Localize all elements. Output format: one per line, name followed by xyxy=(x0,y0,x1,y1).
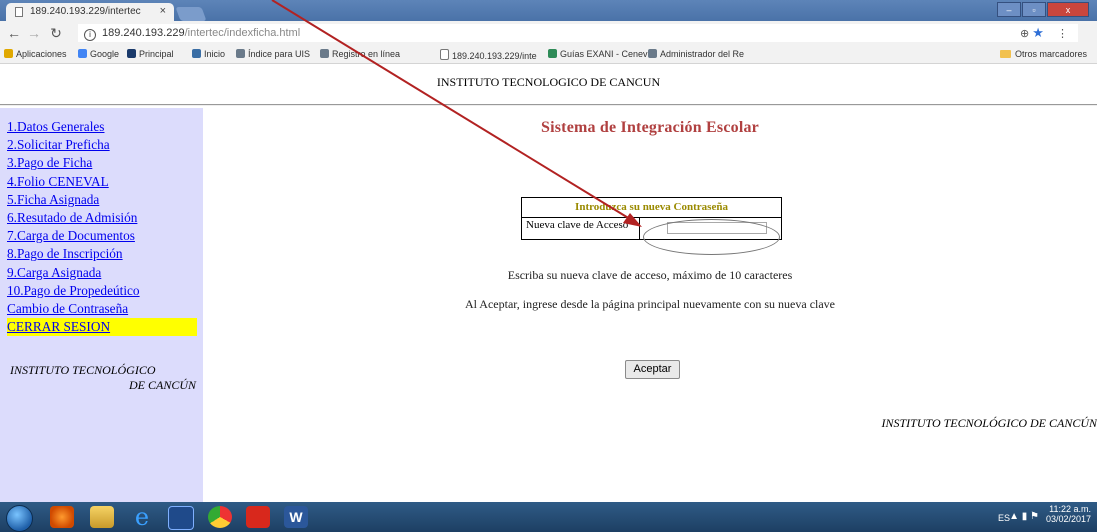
menu-pago-inscripcion[interactable]: 8.Pago de Inscripción xyxy=(7,245,197,263)
menu-pago-propedeutico[interactable]: 10.Pago de Propedeútico xyxy=(7,282,197,300)
sidebar-institute-line2: DE CANCÚN xyxy=(128,378,196,392)
url-path: /intertec/indexficha.html xyxy=(184,27,301,39)
address-bar[interactable]: i 189.240.193.229/intertec/indexficha.htm… xyxy=(78,24,1078,42)
new-password-input[interactable] xyxy=(667,222,767,234)
sidebar-institute-line1: INSTITUTO TECNOLÓGICO xyxy=(10,363,156,377)
page-icon xyxy=(440,49,449,60)
page-icon xyxy=(15,7,23,17)
back-icon[interactable]: ← xyxy=(6,25,22,41)
pdf-icon[interactable] xyxy=(246,506,270,528)
bookmark-admin[interactable]: Administrador del Re xyxy=(648,49,744,59)
forward-icon[interactable]: → xyxy=(26,25,42,41)
folder-icon xyxy=(999,50,1011,58)
close-window-button[interactable]: x xyxy=(1047,2,1089,17)
word-icon[interactable]: W xyxy=(284,506,308,528)
footer-institute-name: INSTITUTO TECNOLÓGICO DE CANCÚN xyxy=(881,416,1097,430)
sidebar-menu: 1.Datos Generales 2.Solicitar Preficha 3… xyxy=(7,118,197,337)
apps-icon xyxy=(4,49,13,58)
password-form-table: Introduzca su nueva Contraseña Nueva cla… xyxy=(521,197,782,240)
bookmark-principal[interactable]: Principal xyxy=(127,49,174,59)
sidebar: 1.Datos Generales 2.Solicitar Preficha 3… xyxy=(0,108,203,502)
inicio-icon xyxy=(192,49,201,58)
registro-icon xyxy=(320,49,329,58)
new-password-label: Nueva clave de Acceso xyxy=(522,218,640,240)
menu-datos-generales[interactable]: 1.Datos Generales xyxy=(7,118,197,136)
taskbar: e W ES ▲ ▮ ⚑ 11:22 a.m. 03/02/2017 xyxy=(0,502,1097,532)
system-title: Sistema de Integración Escolar xyxy=(541,119,759,136)
browser-toolbar: ← → ↻ i 189.240.193.229/intertec/indexfic… xyxy=(0,21,1097,46)
tray-icons[interactable]: ▲ ▮ ⚑ xyxy=(1009,511,1039,522)
menu-carga-documentos[interactable]: 7.Carga de Documentos xyxy=(7,227,197,245)
clock-date: 03/02/2017 xyxy=(1045,514,1091,524)
bookmark-registro[interactable]: Registro en línea xyxy=(320,49,400,59)
new-tab-button[interactable] xyxy=(175,7,207,21)
window-controls: – ▫ x xyxy=(996,2,1089,18)
new-password-cell xyxy=(642,218,781,240)
browser-tabbar: 189.240.193.229/intertec × – ▫ x xyxy=(0,0,1097,21)
browser-tab[interactable]: 189.240.193.229/intertec × xyxy=(6,3,174,21)
clock[interactable]: 11:22 a.m. 03/02/2017 xyxy=(1046,504,1091,524)
password-instruction: Escriba su nueva clave de acceso, máximo… xyxy=(507,268,793,282)
bookmarks-bar: Aplicaciones Google Principal Inicio Índ… xyxy=(0,46,1097,64)
clock-time: 11:22 a.m. xyxy=(1049,504,1091,514)
page-header-title: INSTITUTO TECNOLOGICO DE CANCUN xyxy=(436,75,661,89)
bookmark-google[interactable]: Google xyxy=(78,49,119,59)
menu-cambio-contrasena[interactable]: Cambio de Contraseña xyxy=(7,300,197,318)
password-form-header: Introduzca su nueva Contraseña xyxy=(522,198,781,218)
menu-carga-asignada[interactable]: 9.Carga Asignada xyxy=(7,264,197,282)
menu-pago-de-ficha[interactable]: 3.Pago de Ficha xyxy=(7,154,197,172)
menu-resultado-admision[interactable]: 6.Resutado de Admisión xyxy=(7,209,197,227)
admin-icon xyxy=(648,49,657,58)
tab-title: 189.240.193.229/intertec xyxy=(30,6,141,17)
maximize-button[interactable]: ▫ xyxy=(1022,2,1046,17)
menu-folio-ceneval[interactable]: 4.Folio CENEVAL xyxy=(7,173,197,191)
sidebar-institute-name: INSTITUTO TECNOLÓGICO DE CANCÚN xyxy=(10,363,196,393)
principal-icon xyxy=(127,49,136,58)
bookmark-exani[interactable]: Guías EXANI - Cenev xyxy=(548,49,648,59)
bookmark-aplicaciones[interactable]: Aplicaciones xyxy=(4,49,67,59)
bookmark-uis[interactable]: Índice para UIS xyxy=(236,49,310,59)
info-icon[interactable]: i xyxy=(84,29,96,41)
tab-close-icon[interactable]: × xyxy=(160,5,166,17)
accept-button[interactable]: Aceptar xyxy=(625,360,680,379)
star-icon[interactable]: ★ xyxy=(1032,25,1044,40)
login-instruction: Al Aceptar, ingrese desde la página prin… xyxy=(464,297,836,311)
zoom-icon[interactable]: ⊕ xyxy=(1020,28,1029,40)
url-host: 189.240.193.229 xyxy=(102,27,185,39)
chrome-icon[interactable] xyxy=(208,506,232,528)
bookmark-inicio[interactable]: Inicio xyxy=(192,49,225,59)
google-icon xyxy=(78,49,87,58)
menu-cerrar-sesion[interactable]: CERRAR SESION xyxy=(7,318,197,337)
explorer-icon[interactable] xyxy=(90,506,114,528)
minimize-button[interactable]: – xyxy=(997,2,1021,17)
menu-ficha-asignada[interactable]: 5.Ficha Asignada xyxy=(7,191,197,209)
ie-icon[interactable]: e xyxy=(130,505,154,529)
media-icon[interactable] xyxy=(168,506,194,530)
start-button[interactable] xyxy=(6,505,33,532)
omnibox-actions: ⊕ ★ ⋮ xyxy=(1020,24,1068,43)
uis-icon xyxy=(236,49,245,58)
menu-solicitar-preficha[interactable]: 2.Solicitar Preficha xyxy=(7,136,197,154)
reload-icon[interactable]: ↻ xyxy=(48,25,64,42)
exani-icon xyxy=(548,49,557,58)
other-bookmarks[interactable]: Otros marcadores xyxy=(999,49,1087,59)
bookmark-intertec[interactable]: 189.240.193.229/inte xyxy=(440,49,537,61)
firefox-icon[interactable] xyxy=(50,506,74,528)
header-divider xyxy=(0,104,1097,106)
menu-icon[interactable]: ⋮ xyxy=(1057,28,1068,40)
